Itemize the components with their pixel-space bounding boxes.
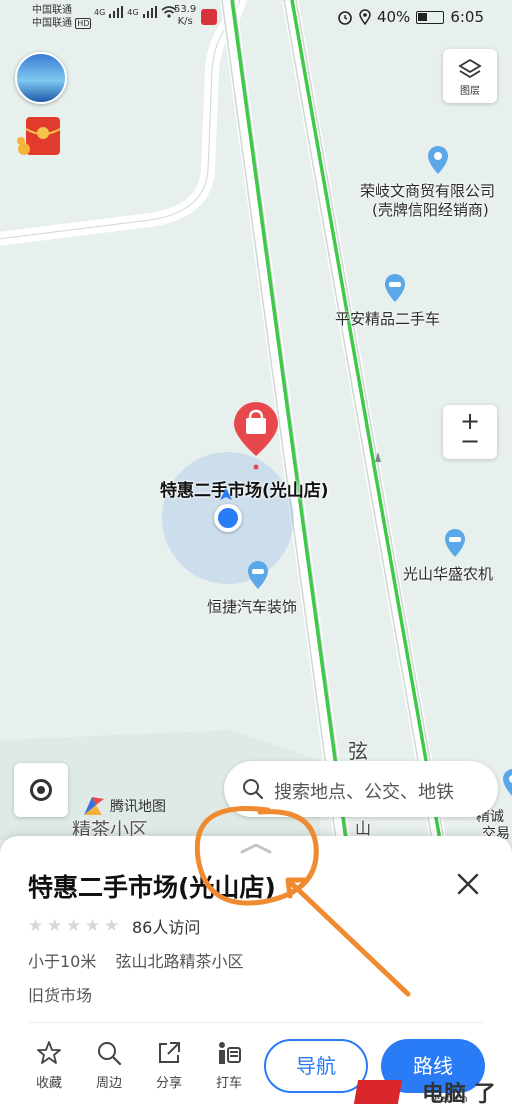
net-type-1: 4G — [94, 7, 106, 17]
car-poi-icon[interactable] — [245, 560, 271, 590]
signal-icon — [109, 6, 124, 18]
tencent-map-logo-icon — [84, 797, 104, 815]
watermark-logo — [353, 1080, 403, 1104]
star-outline-icon — [37, 1041, 61, 1064]
address-text: 弦山北路精茶小区 — [115, 952, 244, 971]
rating-row: ★ ★ ★ ★ ★ 86人访问 — [28, 914, 200, 938]
poi-label-company-sub: (壳牌信阳经销商) — [372, 201, 489, 219]
current-location-dot — [214, 504, 242, 532]
watermark-text-2: 了 — [473, 1082, 496, 1107]
zoom-control[interactable]: + − — [443, 405, 497, 459]
battery-percent: 40% — [376, 8, 411, 26]
poi-label-farm-machine[interactable]: 光山华盛农机 — [403, 563, 493, 584]
net-speed: 53.9 K/s — [174, 4, 196, 28]
search-placeholder[interactable]: 搜索地点、公交、地铁 — [274, 778, 454, 804]
locate-me-button[interactable] — [14, 763, 68, 817]
poi-label-car-decor[interactable]: 恒捷汽车装饰 — [207, 596, 297, 617]
status-right: 40% 6:05 — [337, 8, 484, 26]
car-poi-icon[interactable] — [442, 528, 468, 558]
navigate-button[interactable]: 导航 — [264, 1039, 368, 1093]
rating-stars: ★ ★ ★ ★ ★ — [28, 916, 120, 936]
alarm-icon — [338, 11, 352, 25]
share-label: 分享 — [155, 1076, 182, 1091]
nearby-label: 周边 — [95, 1076, 122, 1091]
car-poi-icon[interactable] — [382, 273, 408, 303]
poi-pin-icon[interactable] — [500, 768, 512, 798]
search-bar[interactable]: 搜索地点、公交、地铁 — [224, 761, 498, 817]
share-button[interactable]: 分享 — [144, 1040, 194, 1091]
carrier-1: 中国联通 — [32, 5, 72, 16]
net-type-2: 4G — [127, 7, 139, 17]
hd-badge: HD — [75, 18, 92, 29]
signal-indicators: 4G 4G — [94, 6, 177, 18]
watermark: 电脑 了 eefl.cn — [353, 1076, 510, 1107]
battery-icon — [416, 10, 445, 24]
favorite-label: 收藏 — [35, 1076, 62, 1091]
map-logo-text: 腾讯地图 — [110, 799, 166, 815]
share-icon — [159, 1042, 180, 1063]
location-meta: 小于10米 弦山北路精茶小区 — [28, 948, 243, 972]
poi-detail-sheet[interactable]: 特惠二手市场(光山店) ★ ★ ★ ★ ★ 86人访问 小于10米 弦山北路精茶… — [0, 836, 512, 1109]
divider — [28, 1022, 484, 1023]
category-text: 旧货市场 — [28, 986, 93, 1005]
selected-poi-marker-icon[interactable] — [229, 400, 283, 470]
net-speed-unit: K/s — [177, 16, 193, 27]
clock: 6:05 — [450, 8, 484, 26]
sheet-handle-chevron-up-icon[interactable] — [238, 842, 274, 854]
heading-arrow-icon — [220, 488, 232, 500]
star-icon: ★ — [104, 916, 120, 936]
taxi-label: 打车 — [215, 1076, 242, 1091]
layers-icon — [458, 58, 482, 79]
poi-label-used-car[interactable]: 平安精品二手车 — [335, 308, 440, 329]
tencent-map-logo: 腾讯地图 — [82, 795, 166, 817]
distance-text: 小于10米 — [28, 952, 97, 971]
action-row: 收藏 周边 分享 打车 — [24, 1040, 254, 1091]
zoom-out-button[interactable]: − — [443, 427, 497, 455]
taxi-button[interactable]: 打车 — [204, 1040, 254, 1091]
close-icon[interactable] — [454, 870, 482, 898]
star-icon: ★ — [66, 916, 82, 936]
search-icon — [243, 779, 264, 800]
signal-icon-2 — [142, 6, 157, 18]
user-avatar[interactable] — [15, 52, 67, 104]
net-speed-value: 53.9 — [174, 4, 197, 15]
road-label: 弦 — [348, 739, 368, 763]
red-packet-icon[interactable] — [16, 115, 64, 159]
poi-label-company[interactable]: 荣岐文商贸有限公司 — [360, 180, 495, 201]
visit-count: 86人访问 — [132, 918, 201, 937]
selected-poi-label[interactable]: 特惠二手市场(光山店) — [160, 476, 329, 501]
nearby-button[interactable]: 周边 — [84, 1040, 134, 1091]
microphone-icon — [201, 9, 217, 25]
favorite-button[interactable]: 收藏 — [24, 1040, 74, 1091]
carrier-info: 中国联通 中国联通 HD — [32, 4, 92, 30]
star-icon: ★ — [85, 916, 101, 936]
carrier-2: 中国联通 — [32, 18, 72, 29]
search-icon — [98, 1042, 122, 1066]
star-icon: ★ — [28, 916, 44, 936]
star-icon: ★ — [47, 916, 63, 936]
status-bar: 中国联通 中国联通 HD 4G 4G 53.9 K/s 40% 6:05 — [0, 0, 512, 36]
taxi-icon — [219, 1042, 241, 1064]
location-icon — [359, 9, 371, 25]
poi-title: 特惠二手市场(光山店) — [28, 873, 276, 902]
layer-button-label: 图层 — [460, 86, 480, 97]
layer-button[interactable]: 图层 — [443, 49, 497, 103]
poi-pin-icon[interactable] — [425, 145, 451, 175]
watermark-domain: eefl.cn — [434, 1094, 468, 1105]
